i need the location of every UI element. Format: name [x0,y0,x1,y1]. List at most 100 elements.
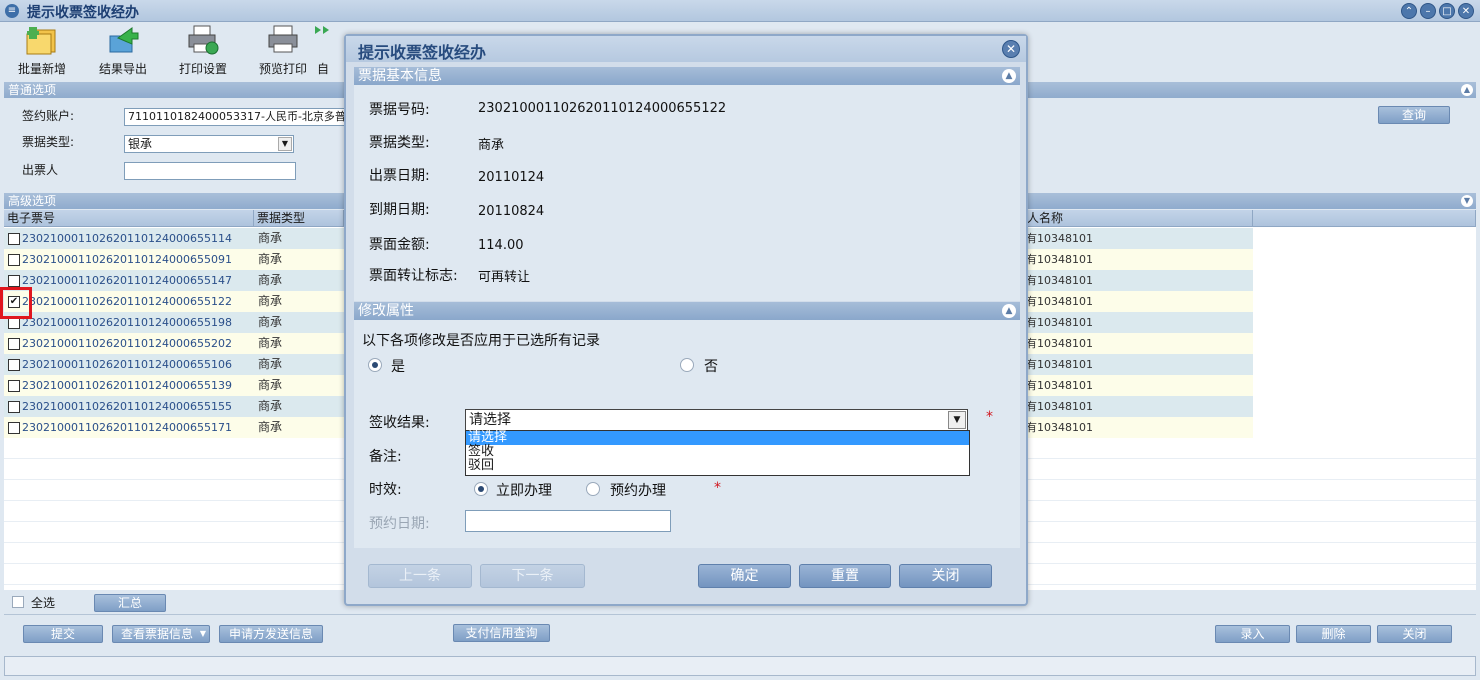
payment-credit-button[interactable]: 支付信用查询 [453,624,550,642]
chevron-down-icon[interactable]: ▼ [948,411,966,429]
book-date-input[interactable] [465,510,671,532]
query-button[interactable]: 查询 [1378,106,1450,124]
bill-type-cell: 商承 [258,273,283,287]
bill-type-select[interactable]: 银承 ▼ [124,135,294,153]
chevron-down-icon[interactable]: ▼ [278,137,292,151]
minimize-icon[interactable]: – [1420,3,1436,19]
print-preview-icon [266,24,300,56]
name-cell: 有10348101 [1026,400,1093,413]
submit-button[interactable]: 提交 [23,625,103,643]
bill-number-value: 230210001102620110124000655122 [478,101,727,116]
row-checkbox[interactable] [8,359,20,371]
row-checkbox[interactable] [8,254,20,266]
row-checkbox[interactable] [8,275,20,287]
modify-header[interactable]: 修改属性 ▲ [354,302,1020,320]
close-icon[interactable]: ✕ [1458,3,1474,19]
applicant-info-button[interactable]: 申请方发送信息 [219,625,323,643]
bill-number-cell: 230210001102620110124000655122 [22,295,232,308]
result-option-reject[interactable]: 驳回 [466,459,969,473]
bill-type-cell: 商承 [258,231,283,245]
bill-type-label: 票据类型: [22,135,75,149]
print-settings-icon [186,24,220,56]
collapse-icon[interactable]: ▲ [1002,304,1016,318]
row-checkbox[interactable] [8,338,20,350]
basic-info-header[interactable]: 票据基本信息 ▲ [354,67,1020,85]
row-checkbox[interactable] [8,401,20,413]
drawer-label: 出票人 [22,163,59,177]
summary-button[interactable]: 汇总 [94,594,166,612]
view-bill-button[interactable]: 查看票据信息 ▼ [112,625,210,643]
blank-cell [1253,375,1476,396]
next-record-button[interactable]: 下一条 [480,564,585,588]
row-checkbox[interactable] [8,380,20,392]
expand-icon[interactable]: ▼ [1461,195,1473,207]
delete-button[interactable]: 删除 [1296,625,1371,643]
bill-type-cell: 商承 [258,378,283,392]
modify-title: 修改属性 [358,303,414,319]
help-icon[interactable]: ⌃ [1401,3,1417,19]
name-cell: 有10348101 [1026,274,1093,287]
general-options-title: 普通选项 [8,83,57,97]
enter-button[interactable]: 录入 [1215,625,1290,643]
status-bar [4,656,1476,676]
bill-type-cell: 商承 [258,420,283,434]
advanced-options-title: 高级选项 [8,194,57,208]
timing-book-radio[interactable] [586,482,600,496]
bill-number-cell: 230210001102620110124000655198 [22,316,232,329]
prev-record-button[interactable]: 上一条 [368,564,472,588]
dialog-close-button[interactable]: 关闭 [899,564,992,588]
maximize-icon[interactable]: □ [1439,3,1455,19]
partial-toolbar-button[interactable]: 自 [303,22,343,77]
apply-no-label: 否 [704,359,718,375]
print-settings-button[interactable]: 打印设置 [163,22,243,77]
due-date-label: 到期日期: [369,202,430,218]
result-select-value: 请选择 [469,412,511,428]
window-controls: ⌃ – □ ✕ [1401,3,1474,19]
bill-type-cell: 商承 [258,315,283,329]
batch-add-label: 批量新增 [17,62,66,76]
blank-cell [1253,417,1476,438]
result-dropdown-list: 请选择 签收 驳回 [465,430,970,476]
apply-no-radio[interactable] [680,358,694,372]
account-label: 签约账户: [22,109,75,123]
confirm-button[interactable]: 确定 [698,564,791,588]
divider [4,614,1476,615]
bill-type-cell: 商承 [258,357,283,371]
bill-number-cell: 230210001102620110124000655155 [22,400,232,413]
required-mark: * [986,409,993,425]
select-all-checkbox[interactable] [12,596,24,608]
collapse-icon[interactable]: ▲ [1461,84,1473,96]
close-button[interactable]: 关闭 [1377,625,1452,643]
blank-cell [1253,354,1476,375]
select-all-label: 全选 [31,596,56,610]
name-cell: 有10348101 [1026,421,1093,434]
row-checkbox[interactable] [8,422,20,434]
result-option-sign[interactable]: 签收 [466,445,969,459]
column-header-bill-type[interactable]: 票据类型 [254,210,344,227]
reset-button[interactable]: 重置 [799,564,891,588]
result-option-placeholder[interactable]: 请选择 [466,431,969,445]
partial-icon [313,24,333,56]
export-results-button[interactable]: 结果导出 [83,22,163,77]
column-header-name[interactable]: 人名称 [1024,210,1253,227]
amount-value: 114.00 [478,238,524,253]
result-select[interactable]: 请选择 ▼ [465,409,968,431]
result-label: 签收结果: [369,415,430,431]
dialog-close-icon[interactable]: ✕ [1002,40,1020,58]
export-label: 结果导出 [98,62,147,76]
batch-add-button[interactable]: 批量新增 [2,22,82,77]
window-titlebar: ≡ 提示收票签收经办 ⌃ – □ ✕ [0,0,1480,22]
timing-now-radio[interactable] [474,482,488,496]
apply-yes-radio[interactable] [368,358,382,372]
collapse-icon[interactable]: ▲ [1002,69,1016,83]
blank-cell [1253,396,1476,417]
sign-dialog: 提示收票签收经办 ✕ 票据基本信息 ▲ 票据号码: 23021000110262… [344,34,1028,606]
issue-date-label: 出票日期: [369,168,430,184]
name-cell: 有10348101 [1026,232,1093,245]
account-select[interactable]: 7110110182400053317-人民币-北京多普通 [124,108,346,126]
column-header-bill-no[interactable]: 电子票号 [4,210,254,227]
timing-label: 时效: [369,482,402,498]
drawer-input[interactable] [124,162,296,180]
row-checkbox[interactable] [8,233,20,245]
blank-cell [1253,291,1476,312]
